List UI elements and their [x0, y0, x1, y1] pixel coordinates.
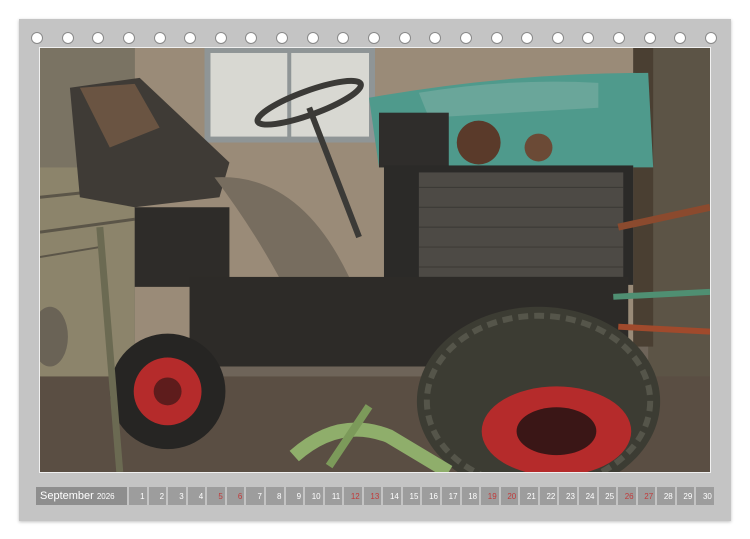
- day-cell: 10: [305, 487, 323, 505]
- binding-hole: [245, 32, 258, 44]
- day-cell: 14: [383, 487, 401, 505]
- day-cell: 29: [676, 487, 695, 505]
- binding-hole: [705, 32, 717, 44]
- month-label: September 2026: [36, 487, 127, 505]
- binding-hole: [337, 32, 350, 44]
- day-cell: 27: [637, 487, 656, 505]
- calendar-page: September 2026 1 2 3 4 5 6 7 8 9 10 11 12 13 14 15 16 17…: [19, 19, 731, 521]
- date-strip: September 2026 1 2 3 4 5 6 7 8 9 10 11 12 13 14 15 16 17…: [36, 487, 714, 505]
- day-cell: 9: [285, 487, 304, 505]
- binding-hole: [184, 32, 197, 44]
- day-cell: 7: [246, 487, 264, 505]
- photo-old-tractor: [39, 47, 711, 473]
- day-cell: 4: [187, 487, 206, 505]
- day-cell: 26: [618, 487, 636, 505]
- binding-hole: [276, 32, 289, 44]
- binding-hole: [521, 32, 534, 44]
- day-cell: 20: [500, 487, 519, 505]
- day-cell: 30: [696, 487, 714, 505]
- day-cell: 5: [207, 487, 225, 505]
- day-cell: 24: [578, 487, 597, 505]
- day-cell: 18: [461, 487, 480, 505]
- tractor-illustration: [40, 48, 710, 472]
- day-cell: 17: [442, 487, 460, 505]
- binding-hole: [490, 32, 503, 44]
- day-cell: 11: [324, 487, 343, 505]
- day-cell: 15: [402, 487, 421, 505]
- year-label: 2026: [96, 491, 115, 501]
- day-cell: 2: [148, 487, 167, 505]
- binding-hole: [398, 32, 411, 44]
- day-cell: 25: [598, 487, 617, 505]
- binding-hole: [674, 32, 687, 44]
- day-cell: 3: [168, 487, 186, 505]
- binding-hole: [613, 32, 626, 44]
- binding-hole: [214, 32, 227, 44]
- binding-hole: [61, 32, 74, 44]
- binding-hole: [582, 32, 595, 44]
- spiral-binding: [19, 32, 731, 48]
- binding-hole: [643, 32, 656, 44]
- day-cell: 6: [226, 487, 245, 505]
- binding-hole: [306, 32, 319, 44]
- day-cell: 13: [363, 487, 382, 505]
- binding-hole: [459, 32, 472, 44]
- day-cell: 22: [539, 487, 558, 505]
- day-cell: 28: [657, 487, 675, 505]
- binding-hole: [153, 32, 166, 44]
- binding-hole: [551, 32, 564, 44]
- day-cell: 12: [344, 487, 362, 505]
- binding-hole: [92, 32, 105, 44]
- binding-hole: [31, 32, 43, 44]
- day-cell: 16: [422, 487, 440, 505]
- month-name: September: [40, 490, 94, 502]
- binding-hole: [122, 32, 135, 44]
- day-cell: 21: [520, 487, 538, 505]
- day-cell: 1: [129, 487, 147, 505]
- day-cell: 8: [265, 487, 284, 505]
- day-cell: 19: [481, 487, 499, 505]
- day-cell: 23: [559, 487, 577, 505]
- binding-hole: [368, 32, 380, 44]
- binding-hole: [429, 32, 442, 44]
- day-cells: 1 2 3 4 5 6 7 8 9 10 11 12 13 14 15 16 17 18 19 20 21 22 23 24 2…: [129, 487, 714, 505]
